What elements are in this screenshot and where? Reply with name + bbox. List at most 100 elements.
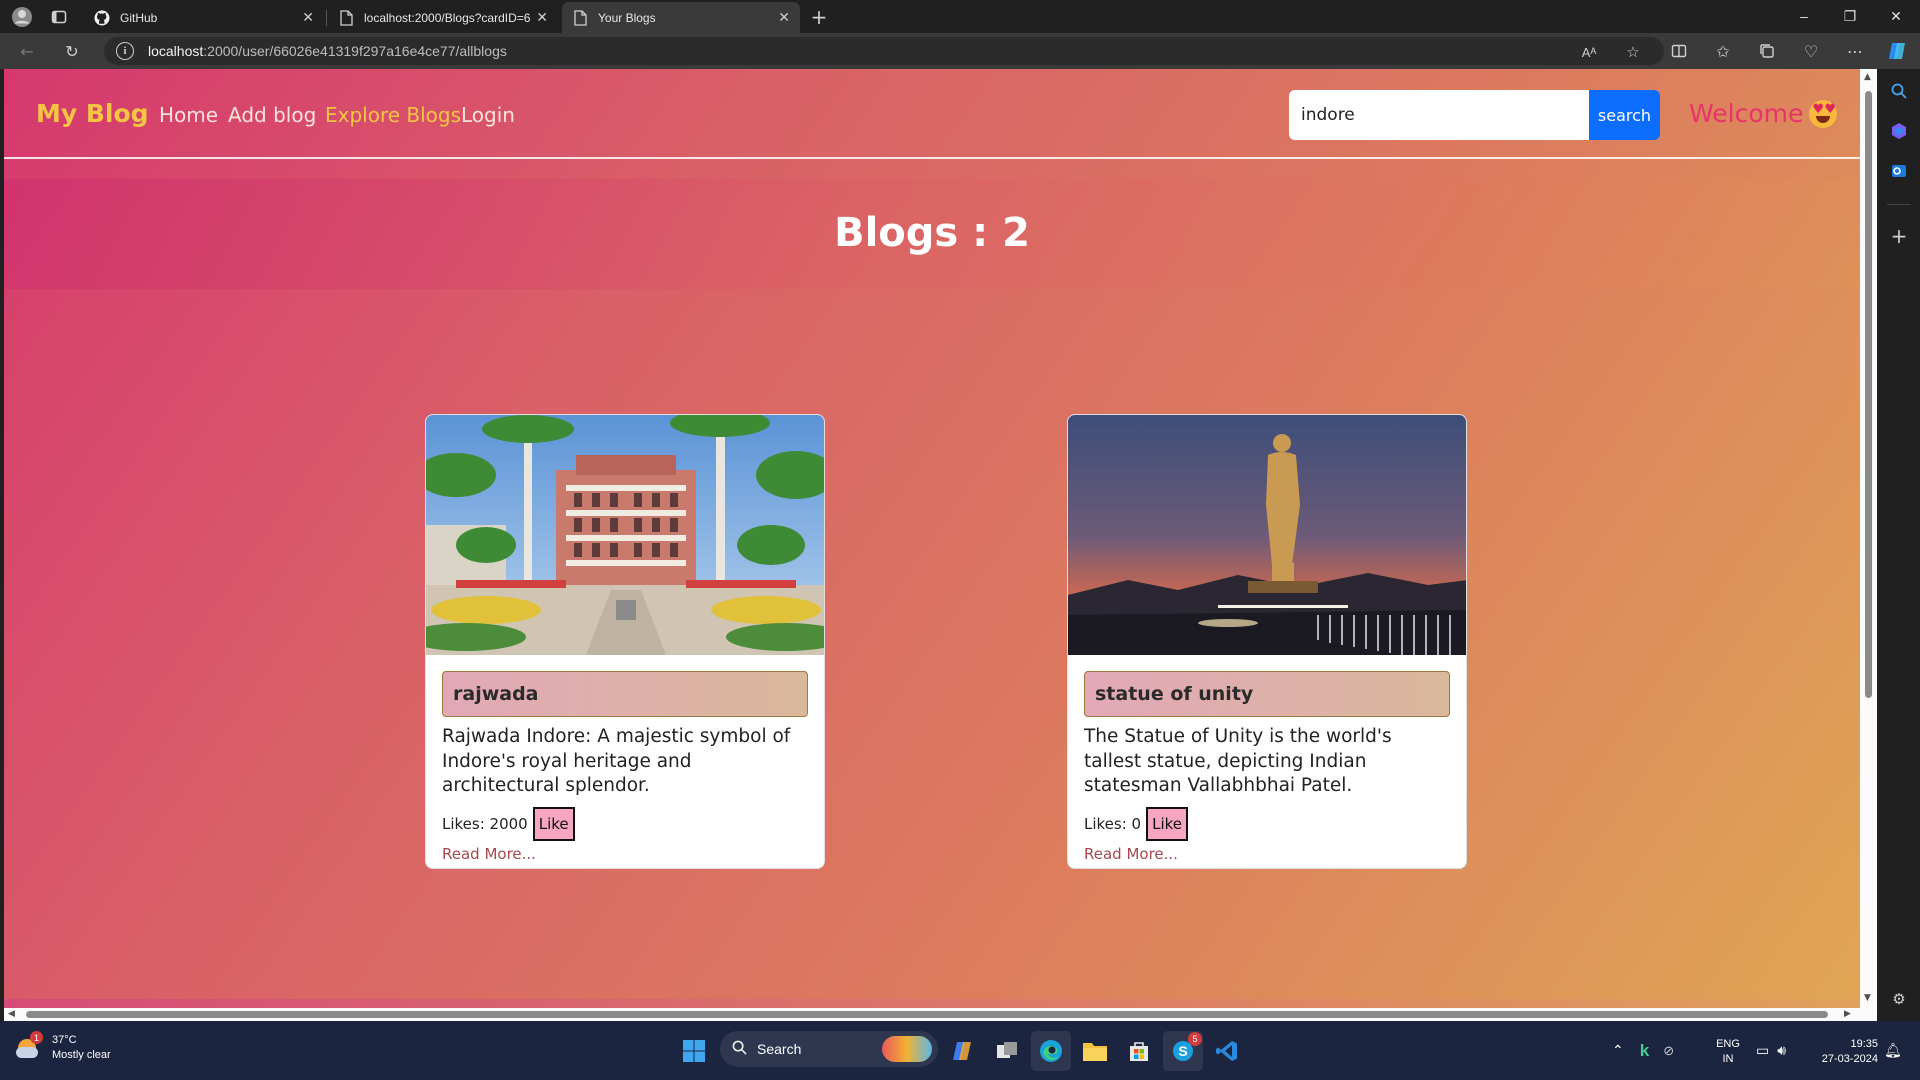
weather-condition: Mostly clear: [52, 1049, 111, 1061]
edge-browser-icon[interactable]: [1031, 1031, 1071, 1071]
tab-blog-detail[interactable]: localhost:2000/Blogs?cardID=66 ✕: [328, 2, 558, 33]
horizontal-scroll-thumb[interactable]: [26, 1011, 1828, 1018]
search-input[interactable]: [1289, 90, 1592, 140]
search-icon[interactable]: [1887, 79, 1911, 103]
quick-settings[interactable]: ▭ 🔊︎: [1756, 1021, 1786, 1080]
blogs-count-heading: Blogs : 2: [834, 210, 1030, 256]
footer-strip: [4, 999, 1860, 1008]
search-button[interactable]: search: [1589, 90, 1660, 140]
skype-icon[interactable]: S 5: [1163, 1031, 1203, 1071]
file-explorer-icon[interactable]: [1075, 1031, 1115, 1071]
tab-title: Your Blogs: [598, 10, 656, 25]
read-more-link[interactable]: Read More...: [1084, 845, 1178, 863]
language-region: IN: [1722, 1053, 1734, 1065]
favorites-icon[interactable]: ✩: [1711, 39, 1735, 63]
network-off-icon[interactable]: ⊘: [1663, 1043, 1674, 1059]
volume-icon: 🔊︎: [1777, 1042, 1787, 1058]
copilot-taskbar-icon[interactable]: [943, 1031, 983, 1071]
split-screen-icon[interactable]: [1667, 39, 1691, 63]
taskbar-search[interactable]: Search: [720, 1031, 938, 1067]
weather-temperature: 37°C: [52, 1034, 77, 1046]
read-aloud-icon[interactable]: Aᴬ: [1578, 41, 1600, 63]
site-brand[interactable]: My Blog: [36, 99, 149, 128]
blog-card: rajwada Rajwada Indore: A majestic symbo…: [425, 414, 825, 869]
horizontal-scrollbar[interactable]: ◀ ▶: [4, 1008, 1877, 1021]
add-sidebar-app-icon[interactable]: +: [1887, 224, 1911, 248]
back-icon[interactable]: ←: [15, 39, 39, 63]
nav-link-explore-blogs[interactable]: Explore Blogs: [325, 103, 461, 127]
close-window-icon[interactable]: ✕: [1874, 3, 1918, 29]
like-button[interactable]: Like: [532, 807, 575, 841]
url-path: :2000/user/66026e41319f297a16e4ce77/allb…: [203, 43, 507, 59]
browser-toolbar: ← ↻ i localhost:2000/user/66026e41319f29…: [0, 33, 1920, 69]
tab-your-blogs[interactable]: Your Blogs ✕: [562, 2, 800, 33]
heart-eyes-emoji-icon: ♥ ♥: [1809, 99, 1838, 128]
new-tab-icon[interactable]: +: [808, 5, 830, 29]
close-icon[interactable]: ✕: [536, 9, 548, 26]
card-title: rajwada: [453, 683, 539, 705]
scroll-right-icon[interactable]: ▶: [1844, 1009, 1851, 1019]
profile-avatar-icon[interactable]: [11, 6, 33, 28]
microsoft-store-icon[interactable]: [1119, 1031, 1159, 1071]
restore-icon[interactable]: ❐: [1828, 3, 1872, 29]
weather-widget[interactable]: 1 37°C Mostly clear: [16, 1031, 111, 1063]
clock-time: 19:35: [1850, 1038, 1878, 1050]
task-view-icon[interactable]: [987, 1031, 1027, 1071]
search-highlight-icon: [882, 1036, 932, 1062]
vertical-scroll-thumb[interactable]: [1865, 91, 1872, 698]
input-language[interactable]: ENG IN: [1708, 1037, 1748, 1067]
tray-app-icon[interactable]: k: [1640, 1041, 1649, 1061]
page-icon: [572, 9, 588, 26]
vscode-icon[interactable]: [1207, 1031, 1247, 1071]
sidebar-settings-icon[interactable]: ⚙: [1887, 987, 1911, 1011]
site-info-icon[interactable]: i: [116, 42, 134, 60]
likes-count: Likes: 2000: [442, 815, 528, 833]
like-button[interactable]: Like: [1146, 807, 1188, 841]
close-icon[interactable]: ✕: [778, 9, 790, 26]
card-description: The Statue of Unity is the world's talle…: [1084, 726, 1392, 796]
collections-icon[interactable]: [1755, 39, 1779, 63]
copilot-icon[interactable]: [1885, 39, 1909, 63]
outlook-icon[interactable]: [1887, 159, 1911, 183]
copilot-sidebar-icon[interactable]: [1887, 119, 1911, 143]
card-title-box: rajwada: [442, 671, 808, 717]
minimize-icon[interactable]: –: [1782, 3, 1826, 29]
nav-link-login[interactable]: Login: [461, 103, 515, 127]
card-title: statue of unity: [1095, 683, 1254, 705]
edge-sidebar: + ⚙: [1877, 69, 1920, 1021]
card-description: Rajwada Indore: A majestic symbol of Ind…: [442, 726, 791, 796]
weather-icon: 1: [16, 1031, 43, 1061]
likes-row: Likes: 2000 Like: [442, 807, 575, 841]
weather-text: 37°C Mostly clear: [52, 1033, 111, 1063]
clock[interactable]: 19:35 27-03-2024: [1808, 1037, 1878, 1067]
notifications-icon[interactable]: 🔔︎: [1884, 1021, 1902, 1080]
clock-date: 27-03-2024: [1821, 1053, 1878, 1065]
browser-essentials-icon[interactable]: ♡: [1799, 39, 1823, 63]
taskbar-search-label: Search: [757, 1041, 802, 1057]
more-menu-icon[interactable]: ⋯: [1843, 39, 1867, 63]
refresh-icon[interactable]: ↻: [60, 39, 84, 63]
statue-of-unity-image[interactable]: [1068, 415, 1466, 655]
url-text[interactable]: localhost:2000/user/66026e41319f297a16e4…: [148, 43, 507, 59]
start-button-icon[interactable]: [674, 1031, 714, 1071]
nav-link-home[interactable]: Home: [159, 103, 218, 127]
search-icon: [732, 1040, 747, 1059]
address-bar[interactable]: i localhost:2000/user/66026e41319f297a16…: [104, 37, 1664, 65]
favorite-star-icon[interactable]: ☆: [1622, 41, 1644, 63]
tab-actions-icon[interactable]: [48, 6, 70, 28]
site-navbar: My Blog Home Add blog Explore Blogs Logi…: [4, 69, 1860, 159]
show-hidden-icons-icon[interactable]: ⌃: [1612, 1042, 1624, 1059]
rajwada-image[interactable]: [426, 415, 824, 655]
close-icon[interactable]: ✕: [302, 9, 314, 26]
skype-badge: 5: [1188, 1032, 1202, 1046]
web-page: My Blog Home Add blog Explore Blogs Logi…: [4, 69, 1860, 1008]
read-more-link[interactable]: Read More...: [442, 845, 536, 863]
scroll-up-icon[interactable]: ▲: [1864, 72, 1871, 82]
vertical-scrollbar[interactable]: ▲ ▼: [1860, 69, 1877, 1008]
nav-link-add-blog[interactable]: Add blog: [228, 103, 316, 127]
tab-title: localhost:2000/Blogs?cardID=66: [364, 10, 531, 25]
weather-badge: 1: [30, 1031, 43, 1044]
tab-github[interactable]: GitHub ✕: [84, 2, 324, 33]
scroll-left-icon[interactable]: ◀: [8, 1009, 15, 1019]
scroll-down-icon[interactable]: ▼: [1864, 993, 1871, 1003]
